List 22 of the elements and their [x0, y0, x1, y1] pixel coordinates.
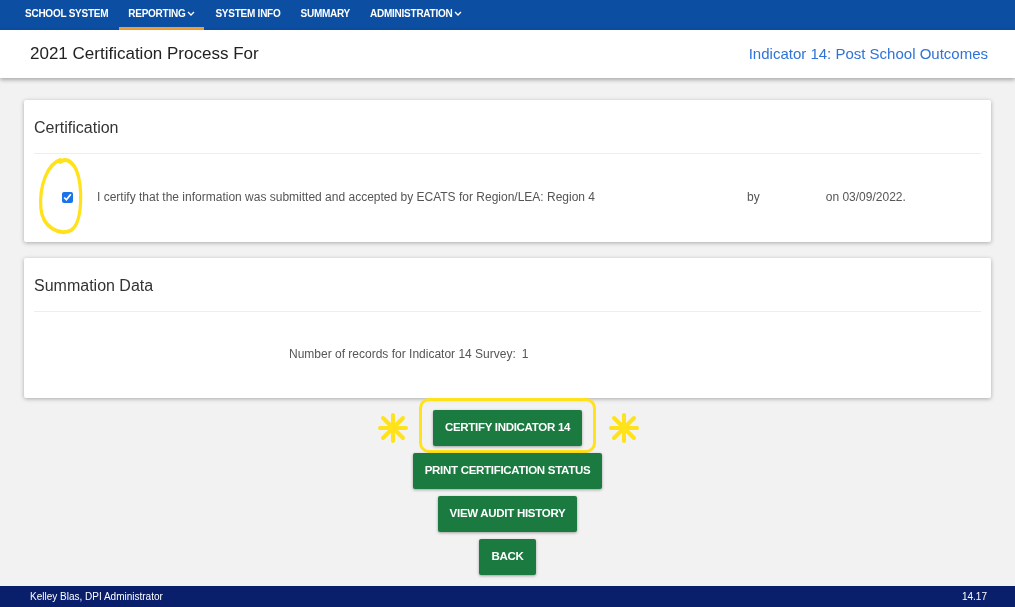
nav-tab[interactable]: ADMINISTRATION: [361, 0, 472, 30]
nav-tab[interactable]: SYSTEM INFO: [206, 0, 290, 30]
certification-date: on 03/09/2022.: [825, 189, 906, 206]
action-button[interactable]: BACK: [479, 539, 536, 575]
certified-by-label: by: [747, 189, 760, 206]
card-title: Summation Data: [34, 258, 981, 312]
records-label: Number of records for Indicator 14 Survey:: [289, 346, 516, 363]
certify-checkbox[interactable]: [62, 191, 73, 203]
asterisk-mark: [376, 412, 409, 444]
page-title: 2021 Certification Process For: [30, 43, 259, 66]
asterisk-mark: [608, 412, 641, 444]
nav-tab[interactable]: SUMMARY: [291, 0, 360, 30]
version-number: 14.17: [961, 590, 987, 604]
nav-tab[interactable]: SCHOOL SYSTEM: [16, 0, 118, 30]
certification-statement: I certify that the information was submitted and accepted by ECATS for Region/LEA: Region 4: [97, 189, 596, 206]
indicator-title: Indicator 14: Post School Outcomes: [748, 43, 988, 64]
records-count: 1: [521, 346, 529, 363]
action-button[interactable]: CERTIFY INDICATOR 14: [432, 410, 583, 446]
action-button[interactable]: PRINT CERTIFICATION STATUS: [412, 453, 603, 489]
card-title: Certification: [34, 100, 981, 154]
action-button[interactable]: VIEW AUDIT HISTORY: [437, 496, 578, 532]
user-name: Kelley Blas, DPI Administrator: [30, 590, 163, 604]
